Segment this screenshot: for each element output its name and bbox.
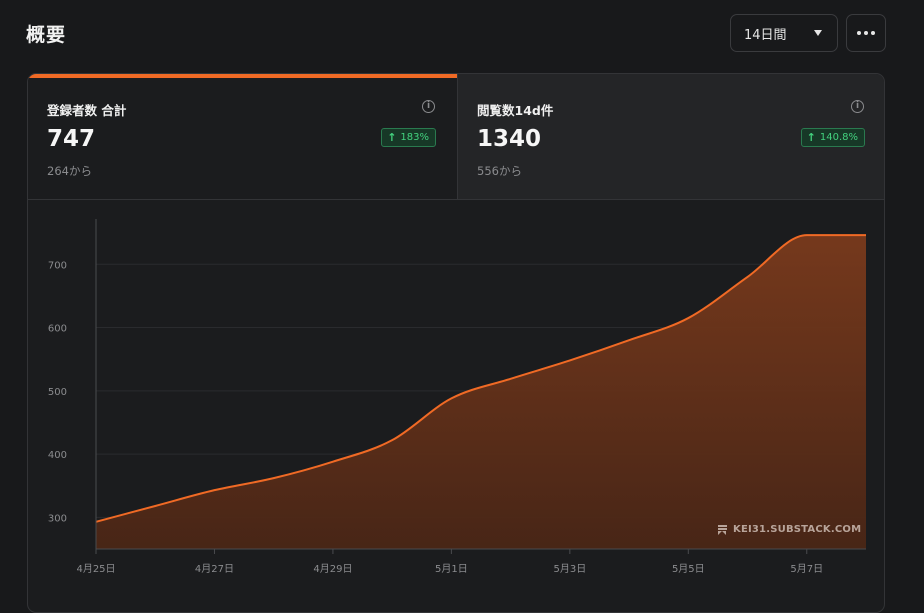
chevron-down-icon: [814, 30, 822, 36]
x-tick-label: 4月29日: [313, 563, 352, 575]
watermark-text: KEI31.SUBSTACK.COM: [733, 524, 861, 535]
date-range-label: 14日間: [744, 24, 787, 43]
y-tick-label: 600: [48, 324, 67, 335]
y-tick-label: 300: [48, 513, 67, 524]
date-range-dropdown[interactable]: 14日間: [730, 14, 838, 52]
x-tick-label: 5月5日: [672, 563, 705, 575]
page-title: 概要: [26, 20, 66, 47]
x-tick-label: 4月27日: [195, 563, 234, 575]
y-tick-label: 500: [48, 387, 67, 398]
more-horizontal-icon: [857, 31, 875, 35]
x-tick-label: 4月25日: [76, 563, 115, 575]
watermark: KEI31.SUBSTACK.COM: [718, 524, 861, 535]
overview-card: 登録者数 合計 i 747 ↑ 183% 264から 閲覧数14d件 i 134…: [27, 73, 885, 613]
x-tick-label: 5月3日: [553, 563, 586, 575]
y-tick-label: 400: [48, 450, 67, 461]
y-tick-label: 700: [48, 260, 67, 271]
x-tick-label: 5月1日: [435, 563, 468, 575]
area-fill: [96, 235, 866, 549]
more-options-button[interactable]: [846, 14, 886, 52]
bookmark-icon: [718, 525, 727, 535]
x-tick-label: 5月7日: [790, 563, 823, 575]
